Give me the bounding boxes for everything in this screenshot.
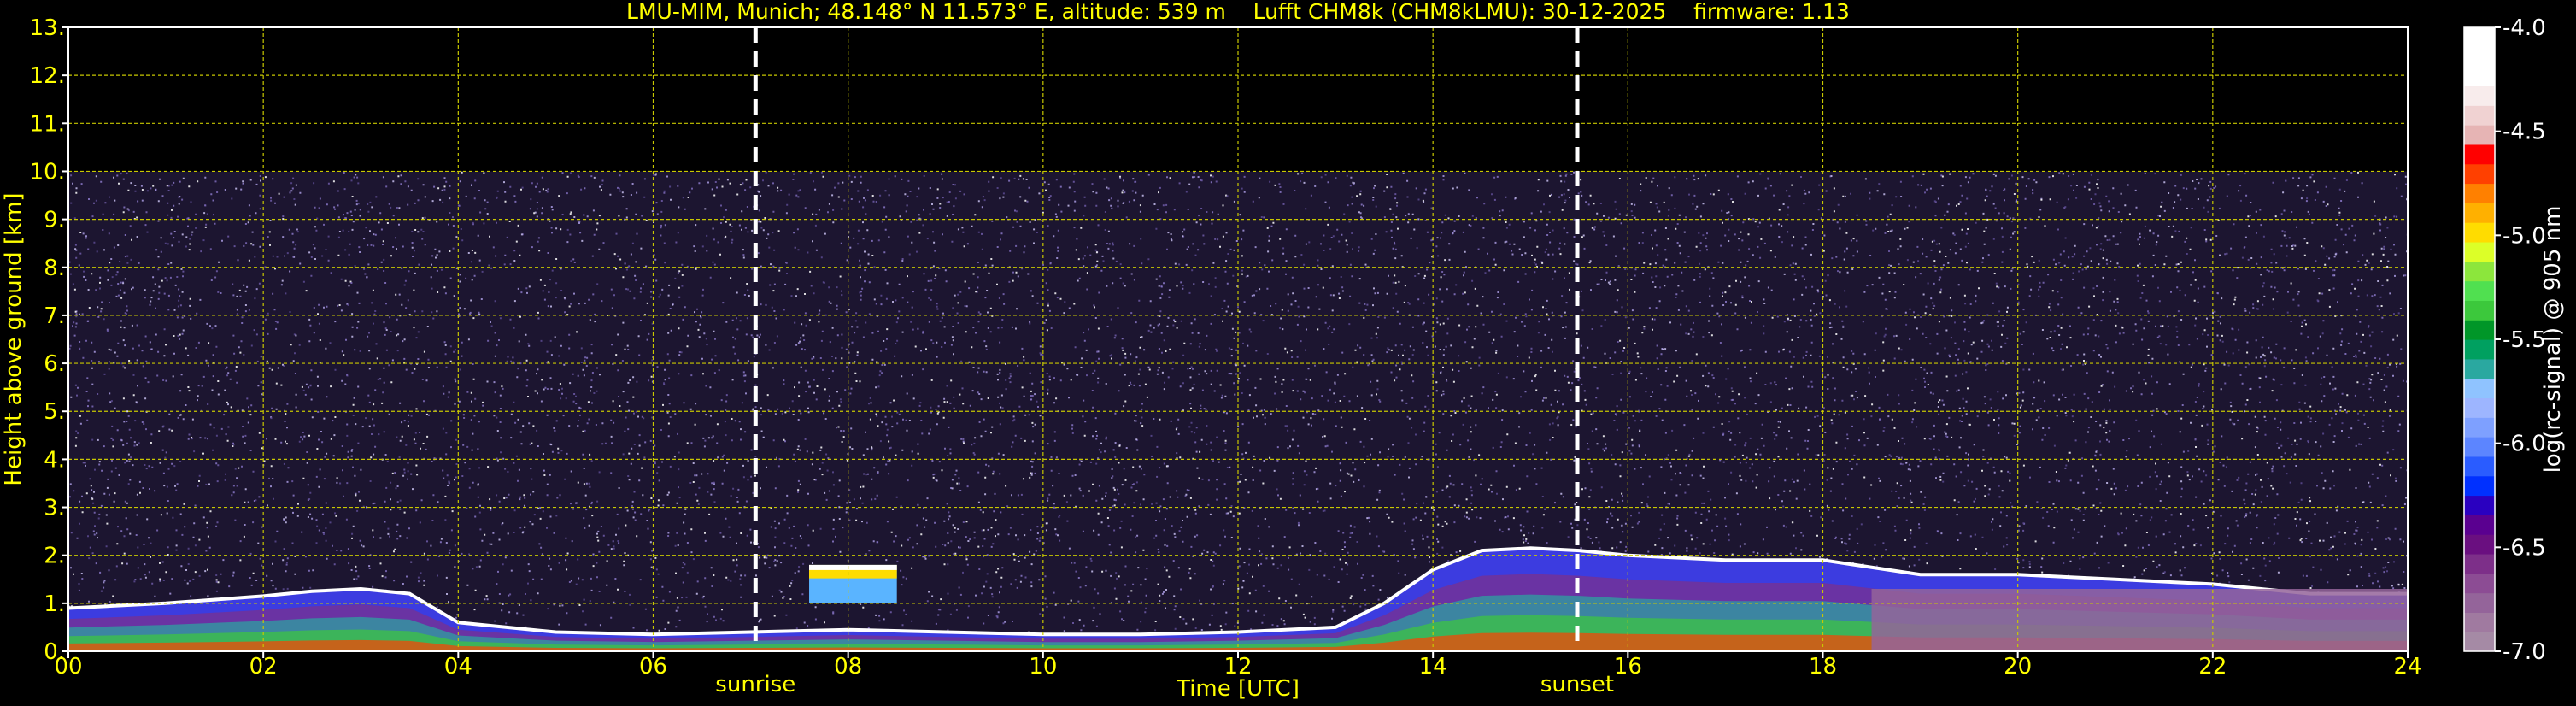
colorbar-swatch: [2464, 183, 2495, 203]
y-tick-label: 5.: [44, 399, 65, 425]
colorbar-swatch: [2464, 515, 2495, 535]
colorbar-swatch: [2464, 632, 2495, 652]
colorbar-swatch: [2464, 612, 2495, 632]
y-tick-label: 7.: [44, 303, 65, 329]
colorbar-tick-label: -6.5: [2503, 535, 2546, 561]
colorbar-swatch: [2464, 27, 2495, 48]
colorbar-swatch: [2464, 280, 2495, 301]
colorbar-swatch: [2464, 592, 2495, 613]
x-tick-label: 20: [2004, 654, 2032, 680]
colorbar-swatch: [2464, 261, 2495, 282]
cloud-layer-top: [809, 564, 897, 570]
colorbar-swatch: [2464, 66, 2495, 87]
y-tick-label: 8.: [44, 256, 65, 281]
colorbar-swatch: [2464, 163, 2495, 185]
colorbar-swatch: [2464, 437, 2495, 457]
y-tick-label: 10.: [30, 159, 65, 185]
colorbar-swatch: [2464, 85, 2495, 106]
colorbar-tick-label: -4.0: [2503, 15, 2546, 41]
colorbar-tick-label: -4.5: [2503, 120, 2546, 145]
colorbar-tick-label: -7.0: [2503, 639, 2546, 665]
colorbar-swatch: [2464, 397, 2495, 418]
colorbar-swatch: [2464, 475, 2495, 497]
x-axis-label: Time [UTC]: [1176, 676, 1300, 702]
colorbar-swatch: [2464, 553, 2495, 574]
colorbar-swatch: [2464, 573, 2495, 594]
chart-title: LMU-MIM, Munich; 48.148° N 11.573° E, al…: [626, 0, 1850, 24]
colorbar-swatch: [2464, 222, 2495, 243]
colorbar-swatch: [2464, 495, 2495, 515]
y-tick-label: 6.: [44, 351, 65, 377]
x-tick-label: 10: [1029, 654, 1057, 680]
aerosol-layer: [1871, 589, 2408, 651]
y-tick-label: 0.: [44, 639, 65, 665]
x-tick-label: 16: [1614, 654, 1642, 680]
ceilometer-plot: sunrise sunset 00 02 04 06 08 10 12 14 16 18 20 22 24…: [0, 0, 2576, 706]
y-tick-label: 2.: [44, 544, 65, 569]
colorbar-swatch: [2464, 417, 2495, 438]
x-tick-label: 14: [1419, 654, 1447, 680]
sunset-label: sunset: [1540, 672, 1614, 697]
colorbar-swatch: [2464, 456, 2495, 477]
y-tick-label: 12.: [30, 63, 65, 89]
colorbar-swatch: [2464, 300, 2495, 321]
x-tick-label: 06: [639, 654, 667, 680]
x-tick-label: 24: [2393, 654, 2421, 680]
y-tick-label: 1.: [44, 591, 65, 617]
sunrise-label: sunrise: [715, 672, 795, 697]
y-tick-label: 4.: [44, 447, 65, 473]
y-tick-label: 9.: [44, 208, 65, 233]
colorbar-swatch: [2464, 125, 2495, 145]
x-tick-label: 08: [834, 654, 862, 680]
backscatter-field: [68, 27, 2408, 651]
y-axis-label: Height above ground [km]: [1, 192, 26, 485]
y-tick-label: 11.: [30, 111, 65, 137]
x-tick-label: 18: [1809, 654, 1837, 680]
colorbar-swatch: [2464, 320, 2495, 340]
colorbar-swatch: [2464, 203, 2495, 223]
y-tick-label: 3.: [44, 496, 65, 521]
y-tick-label: 13.: [30, 15, 65, 41]
colorbar-swatch: [2464, 339, 2495, 360]
colorbar-swatch: [2464, 534, 2495, 555]
colorbar-swatch: [2464, 46, 2495, 68]
colorbar-swatch: [2464, 378, 2495, 399]
colorbar-label: log(rc-signal) @ 905 nm: [2540, 206, 2566, 474]
x-tick-label: 02: [249, 654, 278, 680]
colorbar-swatch: [2464, 358, 2495, 379]
x-tick-label: 04: [444, 654, 472, 680]
colorbar-swatch: [2464, 105, 2495, 126]
x-tick-label: 22: [2198, 654, 2227, 680]
colorbar-swatch: [2464, 241, 2495, 262]
colorbar-swatch: [2464, 144, 2495, 165]
